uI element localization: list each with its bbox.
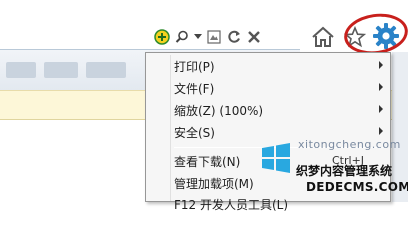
- menu-gutter: [170, 55, 171, 201]
- command-bar-item[interactable]: [86, 62, 126, 78]
- menu-item-zoom[interactable]: 缩放(Z) (100%): [174, 99, 389, 121]
- menu-item-label: 打印(P): [174, 59, 215, 74]
- menu-item-label: 安全(S): [174, 125, 215, 140]
- submenu-arrow-icon: [379, 83, 383, 91]
- search-icon[interactable]: [172, 27, 192, 47]
- dropdown-arrow-icon[interactable]: [192, 27, 204, 47]
- command-bar-item[interactable]: [6, 62, 36, 78]
- submenu-arrow-icon: [379, 105, 383, 113]
- menu-item-label: 缩放(Z) (100%): [174, 103, 264, 118]
- plus-green-icon[interactable]: [152, 27, 172, 47]
- submenu-arrow-icon: [379, 127, 383, 135]
- home-icon: [312, 26, 334, 47]
- menu-item-file[interactable]: 文件(F): [174, 77, 389, 99]
- windows-logo-icon: [262, 143, 290, 173]
- watermark-site: xitongcheng.com: [298, 138, 401, 151]
- menu-item-label: 文件(F): [174, 81, 215, 96]
- menu-item-print[interactable]: 打印(P): [174, 55, 389, 77]
- command-bar-item[interactable]: [44, 62, 78, 78]
- address-bar-tools: [152, 26, 264, 48]
- menu-item-label: 查看下载(N): [174, 154, 241, 169]
- submenu-arrow-icon: [379, 61, 383, 69]
- watermark-url: DEDECMS.COM: [306, 180, 408, 194]
- watermark: xitongcheng.com 织梦内容管理系统 DEDECMS.COM: [258, 138, 408, 202]
- watermark-brand: 织梦内容管理系统: [296, 164, 393, 178]
- menu-item-label: 管理加载项(M): [174, 176, 254, 191]
- stop-icon[interactable]: [244, 27, 264, 47]
- refresh-icon[interactable]: [224, 27, 244, 47]
- home-button[interactable]: [306, 22, 340, 52]
- compat-view-icon[interactable]: [204, 27, 224, 47]
